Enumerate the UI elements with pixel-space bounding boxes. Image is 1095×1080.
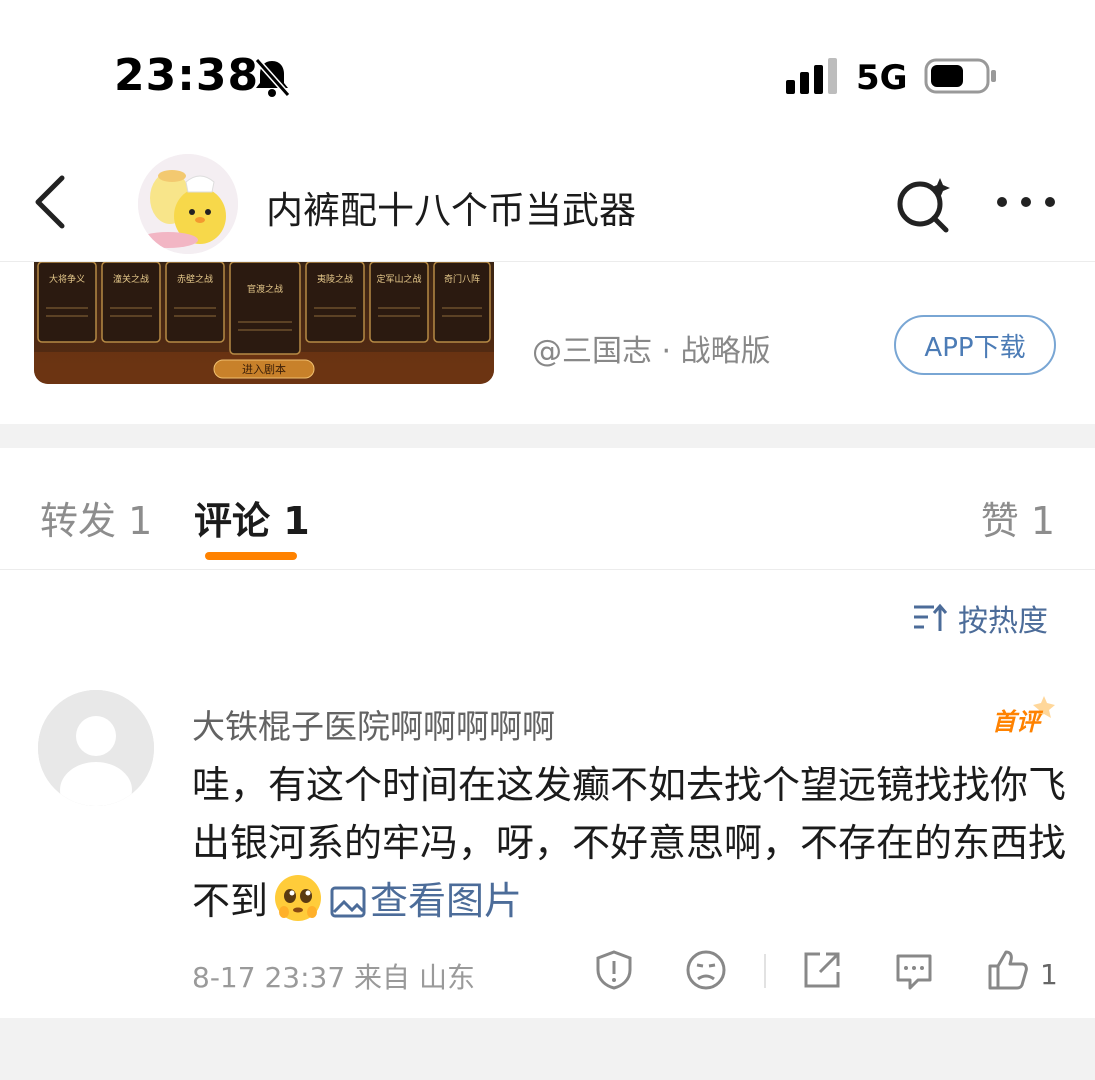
comment-item: 大铁棍子医院啊啊啊啊啊 首评 哇，有这个时间在这发癫不如去找个望远镜找找你飞出银… bbox=[0, 672, 1095, 1018]
tab-comment[interactable]: 评论 1 bbox=[194, 490, 310, 545]
sort-icon bbox=[914, 603, 948, 631]
dislike-face-icon[interactable] bbox=[684, 948, 728, 992]
commenter-name[interactable]: 大铁棍子医院啊啊啊啊啊 bbox=[192, 700, 555, 748]
comment-text: 哇，有这个时间在这发癫不如去找个望远镜找找你飞出银河系的牢冯，呀，不好意思啊，不… bbox=[192, 756, 1072, 930]
first-comment-badge: 首评 bbox=[992, 696, 1055, 736]
comment-meta: 8-17 23:37 来自 山东 bbox=[192, 961, 475, 994]
report-icon[interactable] bbox=[592, 948, 636, 992]
signal-icon bbox=[786, 58, 837, 94]
action-divider bbox=[764, 954, 766, 988]
back-icon[interactable] bbox=[30, 174, 70, 230]
image-icon bbox=[330, 886, 366, 918]
status-time: 23:38 bbox=[114, 50, 260, 101]
pleading-face-icon bbox=[275, 875, 322, 921]
bell-muted-icon bbox=[254, 58, 291, 97]
avatar[interactable] bbox=[138, 154, 238, 254]
sort-by-hot-button[interactable]: 按热度 bbox=[912, 596, 1048, 640]
share-icon[interactable] bbox=[800, 948, 844, 992]
promo-source[interactable]: @三国志 · 战略版 bbox=[532, 326, 771, 370]
active-tab-indicator bbox=[205, 552, 297, 560]
promo-card-label: 夷陵之战 bbox=[317, 273, 353, 285]
like-icon[interactable] bbox=[986, 948, 1030, 992]
promo-enter-button[interactable]: 进入剧本 bbox=[242, 362, 286, 376]
promo-card-label: 赤壁之战 bbox=[177, 273, 213, 285]
interaction-tabs: 转发 1 评论 1 赞 1 bbox=[0, 448, 1095, 570]
commenter-avatar[interactable] bbox=[38, 690, 154, 806]
network-type: 5G bbox=[856, 58, 908, 98]
comment-like-count: 1 bbox=[1040, 958, 1058, 991]
more-icon[interactable] bbox=[994, 182, 1058, 222]
view-image-label: 查看图片 bbox=[370, 879, 523, 923]
section-divider bbox=[0, 424, 1095, 448]
sort-label: 按热度 bbox=[958, 604, 1048, 639]
view-image-link[interactable]: 查看图片 bbox=[330, 879, 522, 923]
tab-like[interactable]: 赞 1 bbox=[981, 490, 1055, 545]
promo-card: 大将争义 潼关之战 赤壁之战 官渡之战 夷陵之战 定军山之战 奇门八阵 进入剧本… bbox=[0, 262, 1095, 424]
promo-card-label: 奇门八阵 bbox=[444, 273, 480, 285]
promo-card-label: 官渡之战 bbox=[247, 283, 283, 295]
battery-icon bbox=[924, 58, 996, 94]
status-bar: 23:38 5G bbox=[0, 0, 1095, 150]
promo-card-label: 定军山之战 bbox=[376, 273, 421, 285]
reply-icon[interactable] bbox=[892, 948, 936, 992]
tab-repost[interactable]: 转发 1 bbox=[40, 490, 152, 545]
promo-card-label: 大将争义 bbox=[49, 273, 85, 285]
promo-image[interactable]: 大将争义 潼关之战 赤壁之战 官渡之战 夷陵之战 定军山之战 奇门八阵 进入剧本 bbox=[34, 262, 494, 384]
search-sparkle-icon[interactable] bbox=[890, 174, 954, 234]
post-title: 内裤配十八个币当武器 bbox=[266, 189, 636, 232]
bottom-divider bbox=[0, 1018, 1095, 1080]
app-download-button[interactable]: APP下载 bbox=[894, 315, 1056, 375]
first-comment-badge-text: 首评 bbox=[992, 708, 1044, 736]
post-header: 内裤配十八个币当武器 bbox=[0, 150, 1095, 262]
promo-card-label: 潼关之战 bbox=[113, 273, 149, 285]
